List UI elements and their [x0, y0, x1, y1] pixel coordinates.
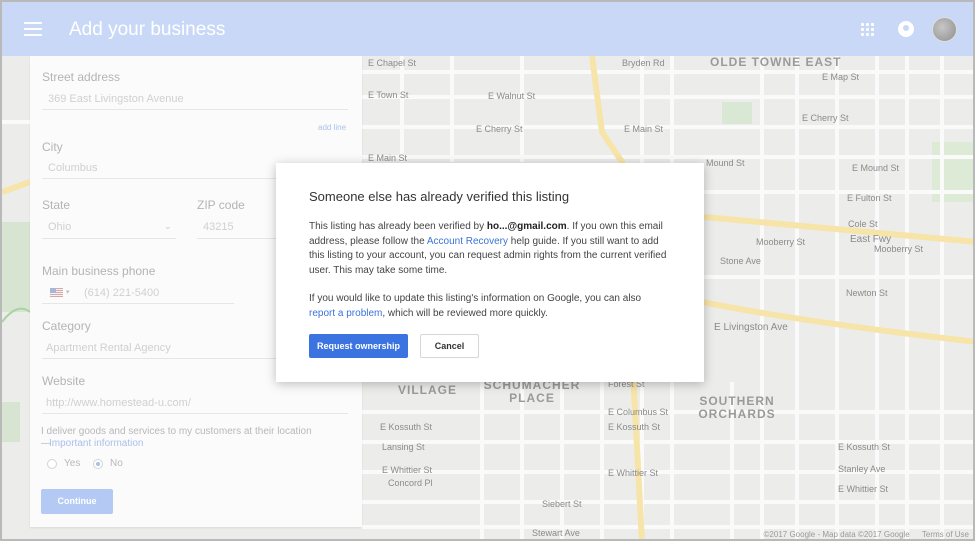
dialog-title: Someone else has already verified this l… [309, 189, 570, 204]
app-frame: OLDE TOWNE EAST VILLAGE SCHUMACHER PLACE… [0, 0, 975, 541]
cancel-button[interactable]: Cancel [420, 334, 479, 358]
request-ownership-button[interactable]: Request ownership [309, 334, 408, 358]
verification-dialog: Someone else has already verified this l… [276, 163, 704, 382]
page-title: Add your business [69, 19, 226, 40]
dialog-paragraph-1: This listing has already been verified b… [309, 220, 669, 278]
top-app-bar: Add your business [2, 2, 973, 56]
notifications-icon[interactable] [898, 21, 914, 37]
dialog-text: If you would like to update this listing… [309, 293, 642, 304]
dialog-text: , which will be reviewed more quickly. [382, 307, 548, 319]
avatar[interactable] [932, 17, 957, 42]
verified-email: ho...@gmail.com [486, 221, 567, 232]
account-recovery-link[interactable]: Account Recovery [427, 236, 508, 247]
apps-grid-icon[interactable] [861, 23, 875, 37]
dialog-text: This listing has already been verified b… [309, 221, 487, 232]
menu-icon[interactable] [24, 22, 42, 36]
dialog-paragraph-2: If you would like to update this listing… [309, 292, 669, 321]
report-problem-link[interactable]: report a problem [309, 308, 382, 319]
